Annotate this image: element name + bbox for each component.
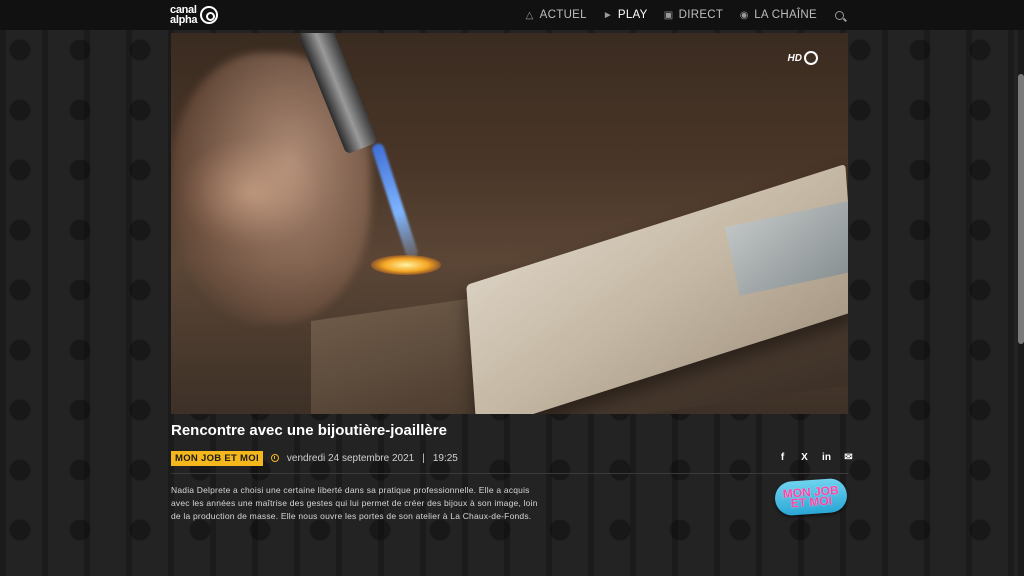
hd-badge-label: HD (787, 52, 802, 64)
logo-line2: alpha (170, 14, 198, 26)
nav-item-direct[interactable]: ▣ DIRECT (664, 9, 724, 21)
channel-watermark-icon (804, 51, 818, 65)
logo-mark-icon (200, 6, 219, 24)
article-title: Rencontre avec une bijoutière-joaillère (171, 422, 447, 439)
video-player[interactable]: HD (171, 33, 848, 414)
globe-icon: ◉ (739, 9, 749, 21)
canal-alpha-logo[interactable]: canal alpha (170, 4, 219, 26)
mail-icon[interactable]: ✉ (843, 452, 854, 463)
article-meta: MON JOB ET MOI vendredi 24 septembre 202… (171, 450, 458, 466)
clock-icon (270, 454, 279, 462)
scrollbar-thumb[interactable] (1018, 74, 1024, 344)
video-frame-flame (370, 142, 420, 260)
nav-label-direct: DIRECT (678, 9, 724, 21)
category-badge[interactable]: MON JOB ET MOI (171, 450, 263, 466)
facebook-icon[interactable]: f (777, 452, 788, 463)
publish-time: 19:25 (432, 452, 458, 464)
publish-date: vendredi 24 septembre 2021 (286, 452, 415, 464)
site-header: canal alpha △ ACTUEL ► PLAY ▣ DIRECT ◉ L… (0, 0, 1024, 30)
show-logo-text: MON JOB ET MOI (782, 483, 840, 511)
flame-icon: △ (525, 9, 534, 21)
page-scrollbar[interactable] (1018, 30, 1024, 576)
video-frame-glow (371, 255, 441, 275)
nav-item-la-chaine[interactable]: ◉ LA CHAÎNE (739, 9, 817, 21)
tv-icon: ▣ (663, 9, 674, 21)
nav-label-play: PLAY (617, 9, 648, 21)
show-logo[interactable]: MON JOB ET MOI (773, 477, 849, 517)
meta-separator: | (422, 452, 425, 464)
article-description: Nadia Delprete a choisi une certaine lib… (171, 485, 538, 521)
meta-divider (171, 473, 848, 474)
hd-badge: HD (788, 51, 818, 65)
linkedin-icon[interactable]: in (821, 452, 832, 463)
nav-label-la-chaine: LA CHAÎNE (754, 9, 817, 21)
nav-item-actuel[interactable]: △ ACTUEL (525, 9, 587, 21)
nav-label-actuel: ACTUEL (539, 9, 587, 21)
main-nav: △ ACTUEL ► PLAY ▣ DIRECT ◉ LA CHAÎNE (525, 0, 844, 30)
play-icon: ► (602, 9, 614, 21)
nav-item-play[interactable]: ► PLAY (603, 9, 648, 21)
search-icon[interactable] (835, 10, 844, 20)
x-icon[interactable]: X (799, 452, 810, 463)
share-bar: f X in ✉ (777, 452, 854, 463)
